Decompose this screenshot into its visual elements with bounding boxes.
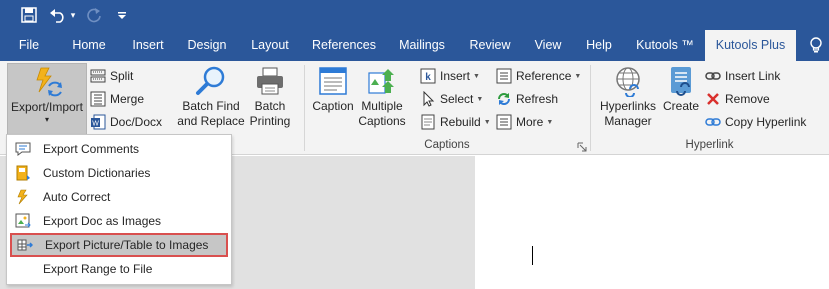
chevron-down-icon: ▼: [476, 95, 484, 103]
picture-table-icon: [17, 237, 33, 253]
menu-item-export-comments[interactable]: Export Comments: [10, 137, 228, 161]
undo-dropdown-icon[interactable]: ▾: [68, 4, 78, 26]
reference-dropdown[interactable]: Reference ▼: [496, 65, 581, 87]
tab-references[interactable]: References: [306, 30, 382, 61]
caption-icon: [317, 65, 349, 97]
doc-docx-button[interactable]: W Doc/Docx: [90, 111, 162, 133]
tab-kutools[interactable]: Kutools ™: [630, 30, 700, 61]
copy-hyperlink-button[interactable]: Copy Hyperlink: [705, 111, 806, 133]
chevron-down-icon: ▼: [483, 118, 491, 126]
select-dropdown[interactable]: Select ▼: [420, 88, 483, 110]
remove-button[interactable]: Remove: [705, 88, 770, 110]
split-icon: [90, 68, 106, 84]
chevron-down-icon: ▾: [44, 115, 49, 124]
menu-item-auto-correct[interactable]: Auto Correct: [10, 185, 228, 209]
undo-icon[interactable]: [47, 4, 69, 26]
save-icon[interactable]: [18, 4, 40, 26]
menu-item-custom-dictionaries[interactable]: Custom Dictionaries: [10, 161, 228, 185]
create-link-icon: [665, 65, 697, 97]
globe-icon: [612, 65, 644, 97]
merge-button[interactable]: Merge: [90, 88, 144, 110]
hyperlink-group-label: Hyperlink: [685, 139, 734, 151]
insert-link-button[interactable]: Insert Link: [705, 65, 780, 87]
dictionary-icon: [15, 165, 31, 181]
insert-dropdown[interactable]: k Insert ▼: [420, 65, 480, 87]
printer-icon: [254, 65, 286, 97]
split-button[interactable]: Split: [90, 65, 133, 87]
batch-printing-button[interactable]: Batch Printing: [245, 65, 295, 129]
caption-button[interactable]: Caption: [310, 65, 356, 114]
tab-help[interactable]: Help: [578, 30, 620, 61]
chevron-down-icon: ▼: [473, 72, 480, 80]
tab-review[interactable]: Review: [462, 30, 518, 61]
tab-file[interactable]: File: [8, 30, 50, 61]
chevron-down-icon: ▼: [546, 118, 554, 126]
quick-access-toolbar: ▾: [0, 0, 829, 30]
create-button[interactable]: Create: [661, 65, 701, 114]
multiple-captions-button[interactable]: Multiple Captions: [357, 65, 407, 129]
comment-icon: [15, 141, 31, 157]
tab-layout[interactable]: Layout: [243, 30, 297, 61]
menu-item-export-range-to-file[interactable]: Export Range to File: [10, 257, 228, 281]
tab-home[interactable]: Home: [66, 30, 112, 61]
reference-icon: [496, 68, 512, 84]
text-cursor: [532, 246, 533, 265]
menu-item-export-picture-table-to-images[interactable]: Export Picture/Table to Images: [10, 233, 228, 257]
word-doc-icon: W: [90, 114, 106, 130]
insert-caption-icon: k: [420, 68, 436, 84]
link-icon: [705, 68, 721, 84]
customize-qat-icon[interactable]: [114, 4, 130, 26]
export-import-icon: [31, 66, 63, 98]
tab-design[interactable]: Design: [179, 30, 235, 61]
magnifier-icon: [195, 65, 227, 97]
hyperlinks-manager-button[interactable]: Hyperlinks Manager: [597, 65, 659, 129]
batch-find-replace-button[interactable]: Batch Find and Replace: [176, 65, 246, 129]
export-import-label: Export/Import: [10, 100, 84, 114]
document-page[interactable]: [475, 156, 829, 289]
range-export-icon: [15, 261, 31, 277]
copy-link-icon: [705, 114, 721, 130]
svg-text:W: W: [92, 121, 99, 128]
remove-icon: [705, 91, 721, 107]
svg-text:k: k: [425, 72, 431, 83]
menu-item-export-doc-as-images[interactable]: Export Doc as Images: [10, 209, 228, 233]
tab-mailings[interactable]: Mailings: [390, 30, 454, 61]
tab-kutools-plus[interactable]: Kutools Plus: [705, 30, 796, 61]
redo-icon: [84, 4, 104, 26]
tab-insert[interactable]: Insert: [124, 30, 172, 61]
more-dropdown[interactable]: More ▼: [496, 111, 553, 133]
dialog-launcher-icon[interactable]: [577, 141, 587, 152]
refresh-button[interactable]: Refresh: [496, 88, 558, 110]
image-export-icon: [15, 213, 31, 229]
rebuild-icon: [420, 114, 436, 130]
tab-view[interactable]: View: [526, 30, 570, 61]
merge-icon: [90, 91, 106, 107]
rebuild-dropdown[interactable]: Rebuild ▼: [420, 111, 491, 133]
select-cursor-icon: [420, 91, 436, 107]
captions-group-label: Captions: [424, 139, 470, 151]
multiple-captions-icon: [366, 65, 398, 97]
lightbulb-icon[interactable]: [806, 30, 826, 61]
auto-correct-icon: [15, 189, 31, 205]
chevron-down-icon: ▼: [574, 72, 582, 80]
more-icon: [496, 114, 512, 130]
refresh-icon: [496, 91, 512, 107]
export-import-menu: Export Comments Custom Dictionaries Auto…: [6, 134, 232, 285]
ribbon-tabs: File Home Insert Design Layout Reference…: [0, 30, 829, 61]
export-import-button[interactable]: Export/Import ▾: [7, 63, 87, 136]
